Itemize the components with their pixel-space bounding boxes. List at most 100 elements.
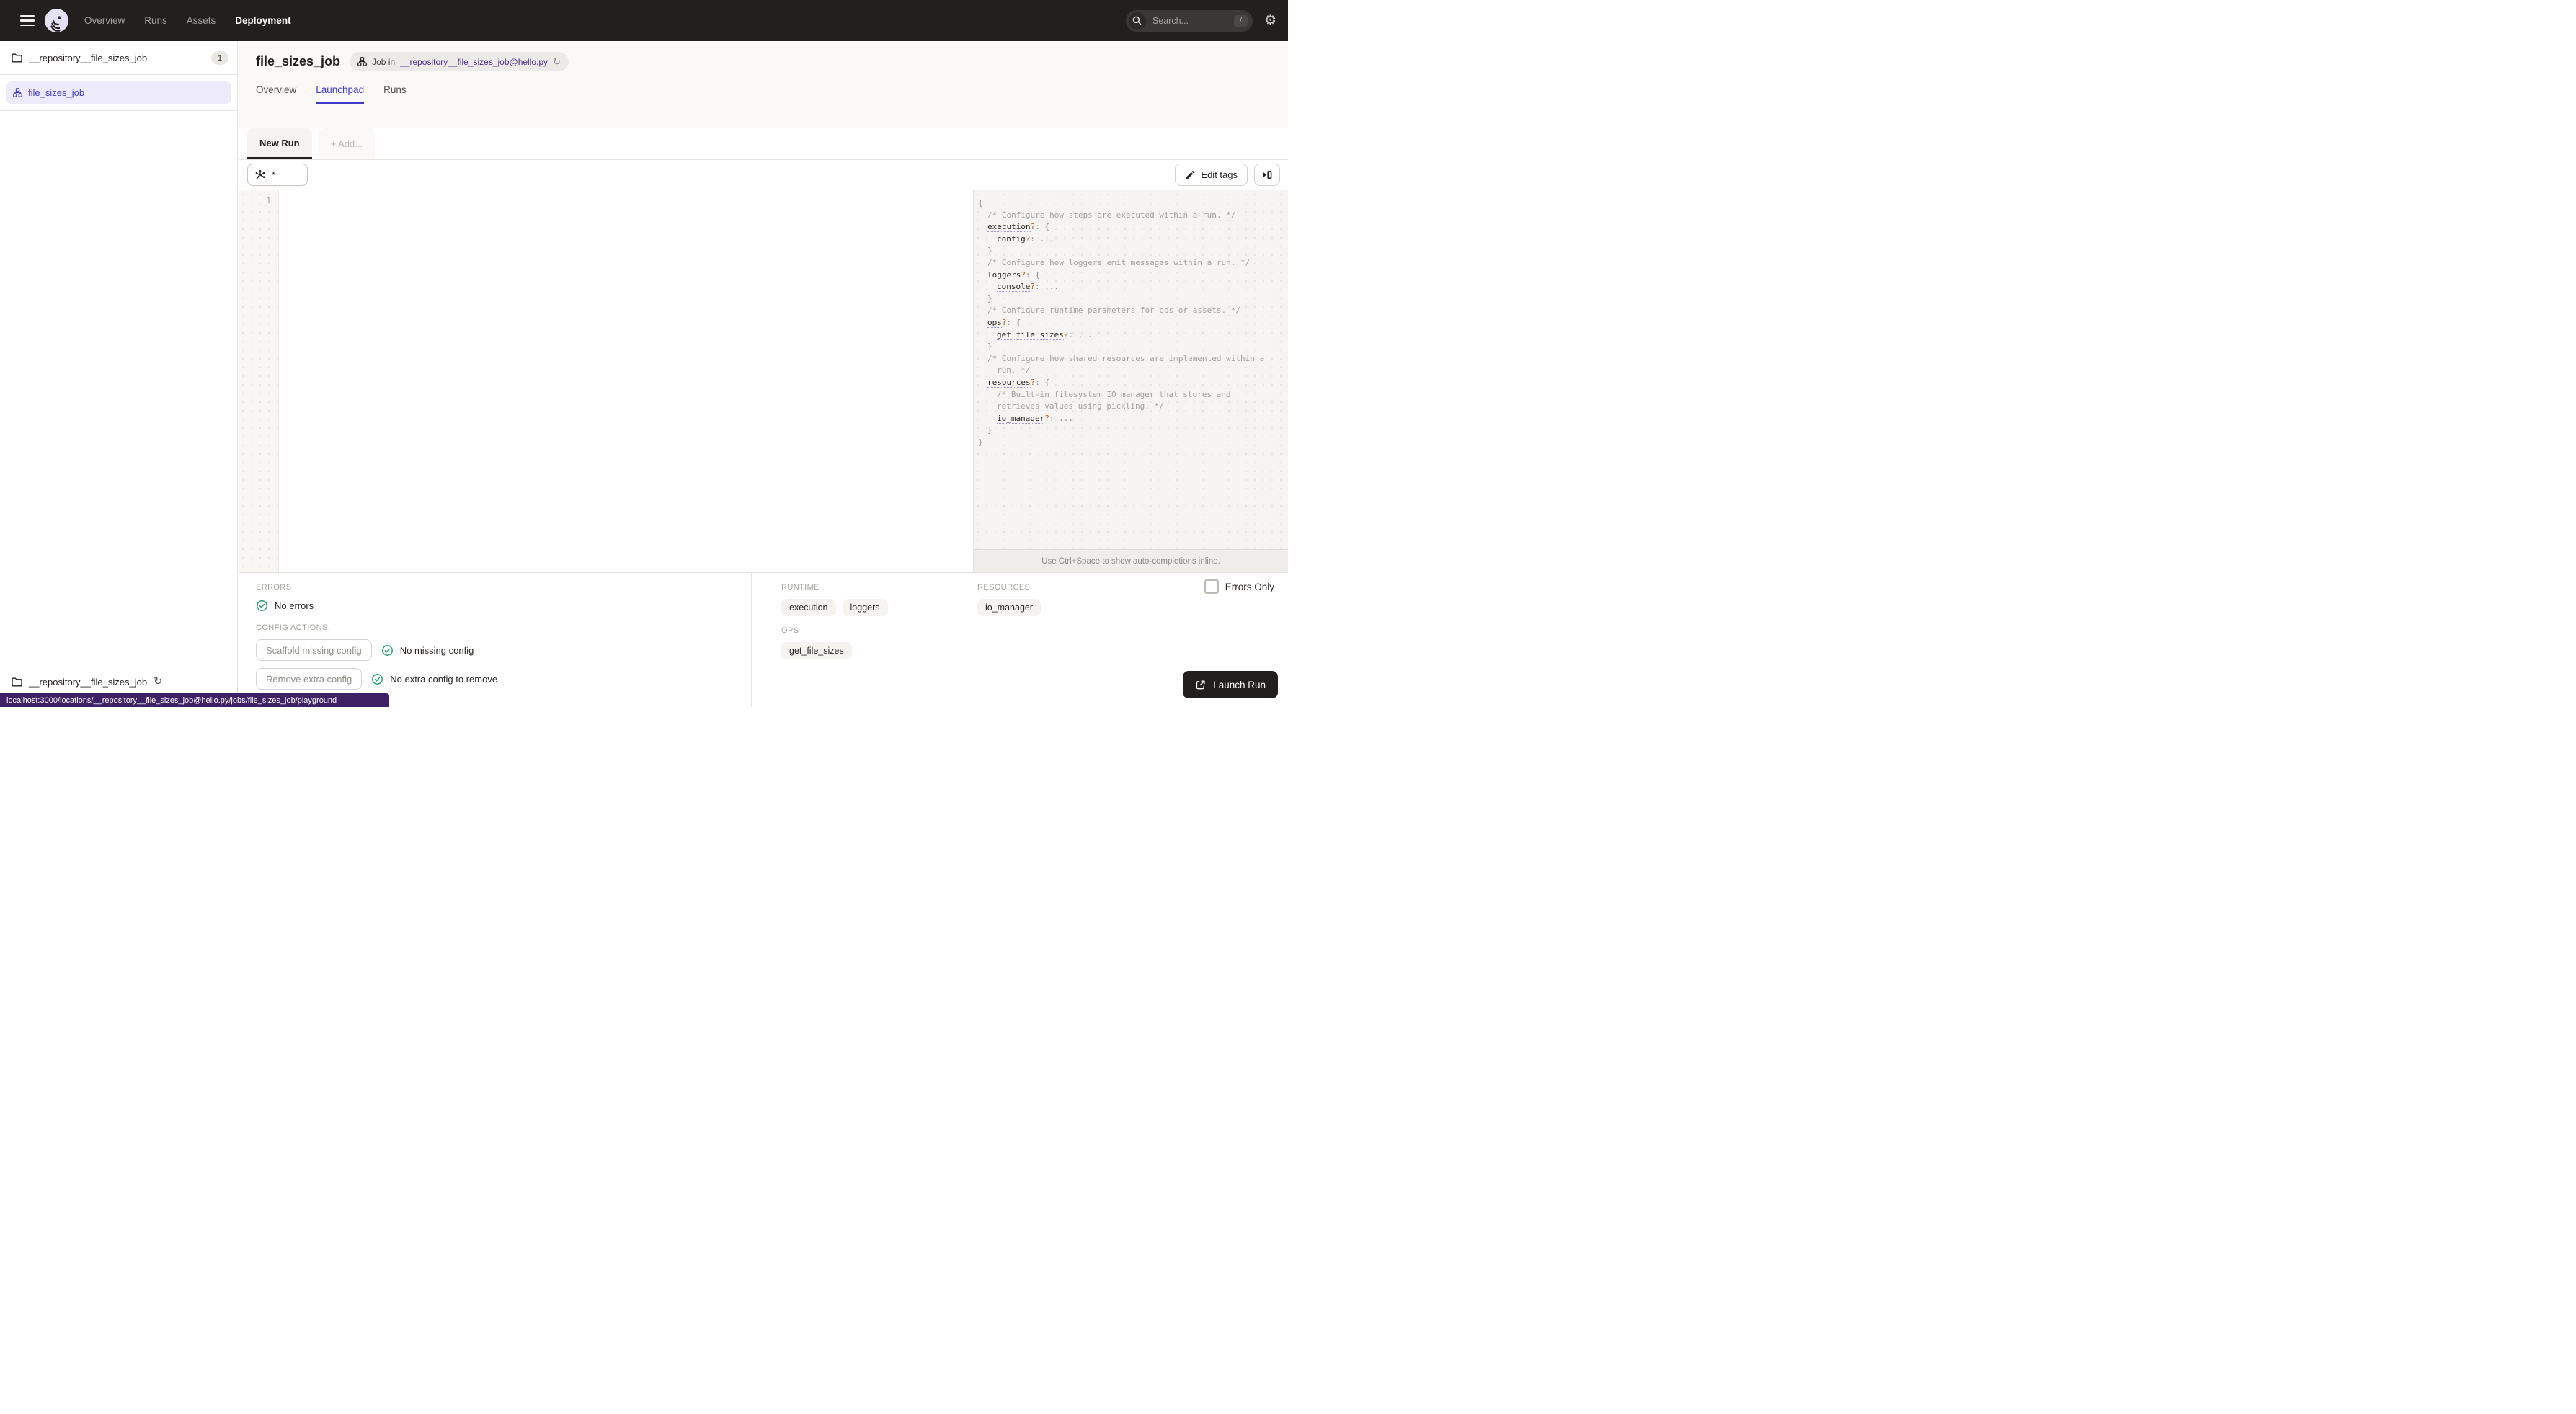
schema-line: } [987, 246, 992, 256]
schema-line: /* Built-in filesystem IO manager that s… [997, 389, 1231, 399]
ops-block: OPS get_file_sizes [781, 626, 1288, 659]
sidebar-job-label: file_sizes_job [28, 87, 85, 98]
expand-panel-button[interactable] [1254, 164, 1280, 186]
nav-item-runs[interactable]: Runs [144, 15, 167, 26]
search-input[interactable] [1150, 14, 1229, 27]
schema-line: } [987, 342, 992, 352]
autocomplete-hint-bar: Use Ctrl+Space to show auto-completions … [974, 549, 1288, 572]
schema-line: /* Configure how loggers emit messages w… [987, 257, 1251, 267]
link-preview-statusbar: localhost:3000/locations/__repository__f… [0, 693, 389, 707]
breadcrumb-repo-link[interactable]: __repository__file_sizes_job@hello.py [400, 57, 548, 67]
sidebar-item-file-sizes-job[interactable]: file_sizes_job [6, 81, 231, 104]
title-row: file_sizes_job Job in __repository__file… [256, 52, 1288, 71]
tab-overview[interactable]: Overview [256, 84, 296, 104]
footer-repo-name: __repository__file_sizes_job [29, 677, 148, 688]
schema-line: ops?: { [987, 317, 1021, 328]
schema-line: } [987, 425, 992, 435]
nav-item-assets[interactable]: Assets [187, 15, 216, 26]
scaffold-status-text: No missing config [399, 644, 474, 656]
schema-line: run. */ [997, 365, 1031, 375]
config-editor-area: 1 {/* Configure how steps are executed w… [239, 190, 1288, 572]
resources-column: RESOURCES io_manager [977, 583, 1041, 616]
schema-line: /* Configure how shared resources are im… [987, 353, 1265, 363]
tag-chip[interactable]: loggers [842, 599, 888, 616]
page-title: file_sizes_job [256, 54, 341, 68]
schema-line: get_file_sizes?: ... [997, 329, 1093, 340]
folder-icon [12, 53, 22, 63]
run-config-tabstrip: New Run + Add... [239, 128, 1288, 160]
runtime-chips: execution loggers [781, 599, 977, 616]
errors-only-toggle: Errors Only [1204, 579, 1274, 594]
config-editor[interactable] [279, 190, 973, 572]
main-area: file_sizes_job Job in __repository__file… [239, 41, 1288, 707]
remove-status-text: No extra config to remove [390, 673, 498, 685]
ops-chips: get_file_sizes [781, 642, 1288, 659]
schema-line: execution?: { [987, 222, 1050, 233]
add-config-tab-button[interactable]: + Add... [318, 128, 376, 159]
dagster-logo-icon[interactable] [45, 9, 68, 32]
tag-chip[interactable]: io_manager [977, 599, 1041, 616]
search-shortcut-key: / [1233, 14, 1248, 27]
schema-line: config?: ... [997, 234, 1054, 244]
sidebar-repo-header[interactable]: __repository__file_sizes_job 1 [0, 41, 237, 75]
hamburger-menu-icon[interactable] [20, 14, 35, 27]
tag-chip[interactable]: execution [781, 599, 836, 616]
op-selector-value: * [272, 169, 276, 180]
resources-label: RESOURCES [977, 583, 1031, 592]
remove-config-row: Remove extra config No extra config to r… [256, 668, 751, 690]
check-circle-icon [257, 600, 267, 611]
nav-item-deployment[interactable]: Deployment [235, 15, 290, 26]
remove-status: No extra config to remove [371, 673, 497, 685]
open-right-panel-icon [1263, 170, 1272, 179]
line-number: 1 [266, 196, 271, 205]
schema-line: } [987, 293, 992, 303]
autocomplete-hint-text: Use Ctrl+Space to show auto-completions … [1041, 556, 1220, 566]
launch-run-label: Launch Run [1213, 679, 1266, 690]
breadcrumb: Job in __repository__file_sizes_job@hell… [350, 52, 569, 71]
search-box[interactable]: / [1125, 9, 1253, 32]
scaffold-status: No missing config [381, 644, 474, 657]
launch-run-button[interactable]: Launch Run [1183, 671, 1278, 698]
link-preview-url: localhost:3000/locations/__repository__f… [6, 695, 337, 705]
dagster-launchpad-page: Overview Runs Assets Deployment / ⚙ __re… [0, 0, 1288, 707]
errors-only-checkbox[interactable] [1204, 579, 1219, 594]
op-selector-input[interactable]: * [247, 164, 308, 186]
schema-line: resources?: { [987, 377, 1050, 388]
config-actions-label: CONFIG ACTIONS: [256, 623, 331, 632]
top-navbar: Overview Runs Assets Deployment / ⚙ [0, 0, 1288, 41]
scaffold-config-row: Scaffold missing config No missing confi… [256, 639, 751, 661]
reload-repo-icon[interactable]: ↻ [154, 677, 162, 688]
schema-line: /* Configure runtime parameters for ops … [987, 306, 1240, 316]
folder-icon [12, 677, 22, 687]
launchpad-content: New Run + Add... * Edit tags 1 {/* Conf… [239, 128, 1288, 707]
config-schema-panel: {/* Configure how steps are executed wit… [973, 190, 1288, 572]
schema-line: /* Configure how steps are executed with… [987, 210, 1236, 220]
remove-extra-config-button[interactable]: Remove extra config [256, 668, 363, 690]
ops-label: OPS [781, 626, 799, 635]
page-header: file_sizes_job Job in __repository__file… [239, 41, 1288, 128]
tab-launchpad[interactable]: Launchpad [316, 84, 365, 104]
tab-new-run[interactable]: New Run [247, 128, 312, 159]
schema-line: } [978, 437, 983, 447]
launch-icon [1196, 680, 1205, 689]
sidebar-footer: __repository__file_sizes_job ↻ [12, 677, 162, 688]
tab-runs[interactable]: Runs [383, 84, 407, 104]
editor-gutter: 1 [239, 190, 279, 572]
nav-links: Overview Runs Assets Deployment [84, 15, 291, 26]
runtime-label: RUNTIME [781, 583, 820, 592]
tag-chip[interactable]: get_file_sizes [781, 642, 852, 659]
schema-line: loggers?: { [987, 270, 1040, 280]
bottom-panel: ERRORS No errors CONFIG ACTIONS: Scaffol… [239, 572, 1288, 707]
nav-item-overview[interactable]: Overview [84, 15, 125, 26]
edit-tags-button[interactable]: Edit tags [1175, 164, 1248, 186]
resources-chips: io_manager [977, 599, 1041, 616]
gear-icon[interactable]: ⚙ [1264, 14, 1276, 27]
op-selector-icon [255, 169, 265, 179]
no-errors-row: No errors [256, 600, 751, 612]
check-circle-icon [372, 673, 383, 685]
breadcrumb-prefix: Job in [372, 56, 396, 67]
scaffold-missing-config-button[interactable]: Scaffold missing config [256, 639, 372, 661]
left-sidebar: __repository__file_sizes_job 1 file_size… [0, 41, 238, 707]
schema-line: console?: ... [997, 282, 1060, 293]
refresh-icon[interactable]: ↻ [553, 57, 561, 66]
